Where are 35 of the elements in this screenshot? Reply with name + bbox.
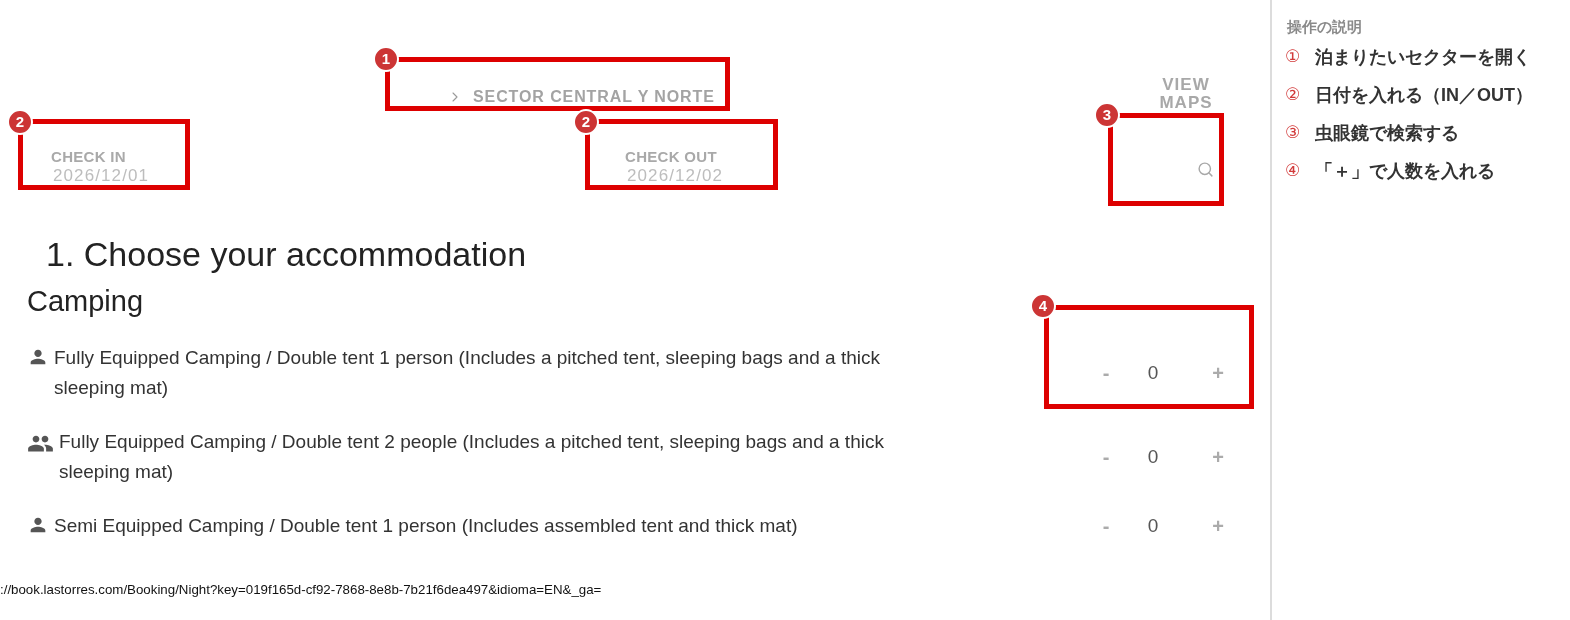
guest-count: 0	[1146, 514, 1160, 538]
page-heading: 1. Choose your accommodation	[46, 234, 527, 274]
step-number: ①	[1285, 47, 1302, 67]
section-title: Camping	[27, 284, 144, 318]
increase-button[interactable]: +	[1198, 358, 1238, 388]
check-out-label: CHECK OUT	[625, 148, 717, 166]
decrease-button[interactable]: -	[1086, 442, 1126, 472]
step-text: 日付を入れる（IN／OUT）	[1315, 84, 1533, 106]
step-marker: 3	[1094, 102, 1120, 128]
decrease-button[interactable]: -	[1086, 511, 1126, 541]
sector-link[interactable]: SECTOR CENTRAL Y NORTE	[447, 88, 715, 106]
step-marker: 2	[7, 109, 33, 135]
step-number: ③	[1285, 123, 1302, 143]
view-maps-link[interactable]: VIEW MAPS	[1154, 76, 1218, 112]
accommodation-label: Semi Equipped Camping / Double tent 1 person (Includes assembled tent and thick mat)	[54, 514, 799, 538]
instructions-title: 操作の説明	[1286, 17, 1363, 37]
step-text: 虫眼鏡で検索する	[1315, 122, 1459, 144]
step-marker: 1	[373, 46, 399, 72]
accommodation-label: Fully Equipped Camping / Double tent 1 person (Includes a pitched tent, sleeping bags and a thick sleeping mat)	[54, 346, 881, 400]
increase-button[interactable]: +	[1198, 511, 1238, 541]
step-text: 「＋」で人数を入れる	[1315, 160, 1495, 182]
check-in-label: CHECK IN	[51, 148, 126, 166]
step-marker: 4	[1030, 293, 1056, 319]
check-out-date-field[interactable]: 2026/12/02	[627, 166, 724, 186]
guest-count: 0	[1146, 361, 1160, 385]
accommodation-label: Fully Equipped Camping / Double tent 2 people (Includes a pitched tent, sleeping bags and a thick sleeping mat)	[59, 430, 885, 484]
search-icon[interactable]	[1197, 161, 1214, 178]
step-number: ④	[1285, 161, 1302, 181]
check-in-date-field[interactable]: 2026/12/01	[53, 166, 150, 186]
step-text: 泊まりたいセクターを開く	[1315, 46, 1531, 68]
decrease-button[interactable]: -	[1086, 358, 1126, 388]
guest-count: 0	[1146, 445, 1160, 469]
increase-button[interactable]: +	[1198, 442, 1238, 472]
step-number: ②	[1285, 85, 1302, 105]
step-marker: 2	[573, 109, 599, 135]
